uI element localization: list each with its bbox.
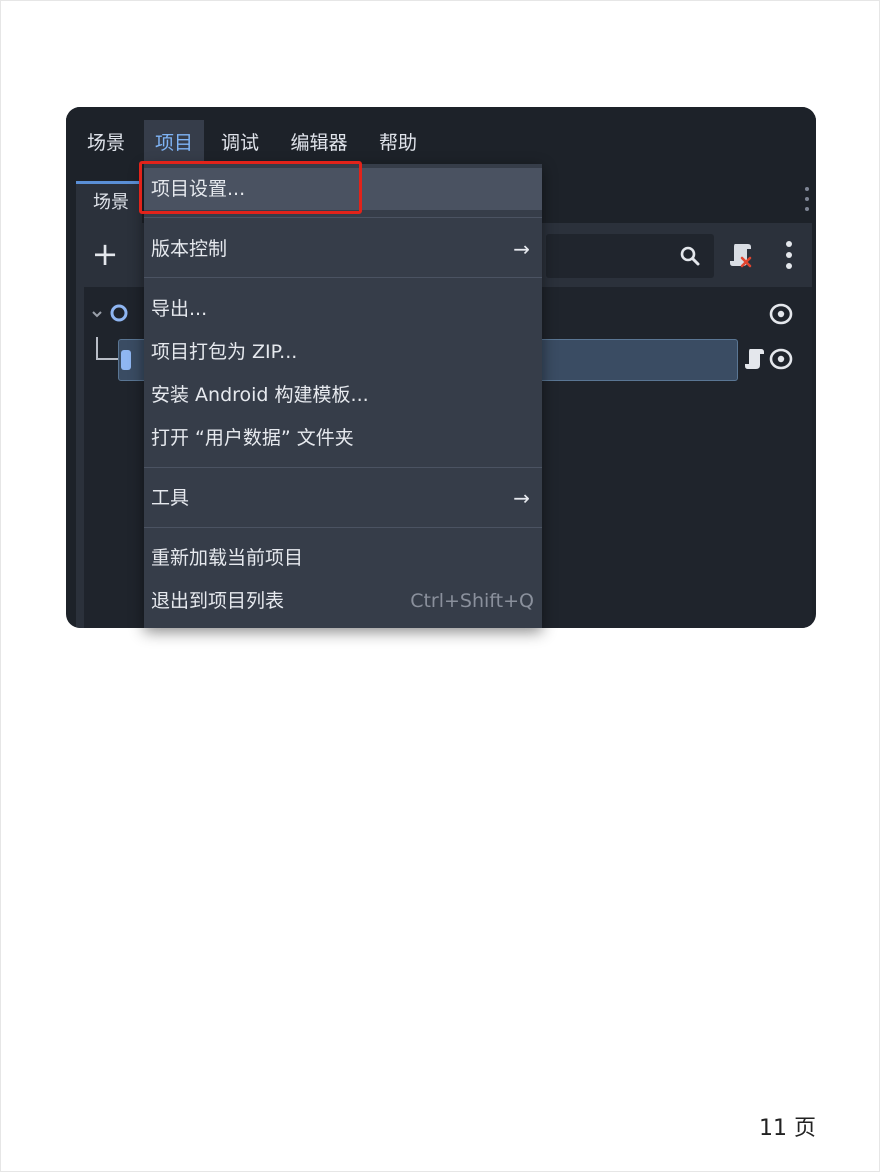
circle-node-icon	[110, 304, 128, 322]
chevron-down-icon[interactable]	[90, 307, 104, 321]
menu-item-pack-zip[interactable]: 项目打包为 ZIP...	[144, 331, 542, 373]
visibility-eye-icon[interactable]	[768, 346, 794, 372]
menu-item-export[interactable]: 导出...	[144, 288, 542, 330]
menu-item-label: 打开 “用户数据” 文件夹	[151, 427, 354, 449]
visibility-eye-icon[interactable]	[768, 301, 794, 327]
menu-editor[interactable]: 编辑器	[284, 120, 354, 166]
menu-item-label: 重新加载当前项目	[151, 547, 304, 569]
node-type-icon	[121, 350, 131, 370]
menu-separator	[144, 217, 542, 218]
add-node-button[interactable]: +	[90, 235, 120, 275]
menu-item-label: 安装 Android 构建模板...	[151, 384, 369, 406]
menu-separator	[144, 277, 542, 278]
tree-connector-icon	[96, 337, 120, 360]
menu-item-open-user-data[interactable]: 打开 “用户数据” 文件夹	[144, 417, 542, 459]
menu-help[interactable]: 帮助	[372, 120, 424, 166]
filter-nodes-input[interactable]	[546, 234, 714, 278]
menu-item-label: 退出到项目列表	[151, 590, 285, 612]
menu-item-quit-to-project-list[interactable]: 退出到项目列表 Ctrl+Shift+Q	[144, 580, 542, 622]
project-menu-dropdown: 项目设置... 版本控制 → 导出... 项目打包为 ZIP... 安装 And…	[144, 164, 542, 628]
script-icon[interactable]	[744, 346, 766, 372]
menu-item-version-control[interactable]: 版本控制 →	[144, 228, 542, 270]
menu-item-install-android-template[interactable]: 安装 Android 构建模板...	[144, 374, 542, 416]
more-options-icon[interactable]	[778, 237, 800, 273]
menu-project[interactable]: 项目	[144, 120, 204, 166]
menu-item-label: 项目打包为 ZIP...	[151, 341, 298, 363]
annotation-highlight-box	[139, 161, 362, 214]
dock-options-icon[interactable]	[804, 187, 810, 215]
menu-item-reload-project[interactable]: 重新加载当前项目	[144, 537, 542, 579]
menu-separator	[144, 467, 542, 468]
menu-item-label: 工具	[151, 487, 190, 509]
menu-item-tools[interactable]: 工具 →	[144, 477, 542, 519]
menu-item-label: 导出...	[151, 298, 208, 320]
submenu-arrow-icon: →	[513, 237, 530, 261]
menu-item-shortcut: Ctrl+Shift+Q	[410, 590, 534, 612]
menu-scene[interactable]: 场景	[80, 120, 132, 166]
menu-debug[interactable]: 调试	[214, 120, 266, 166]
submenu-arrow-icon: →	[513, 486, 530, 510]
search-icon	[680, 246, 700, 266]
menu-separator	[144, 527, 542, 528]
menu-item-label: 版本控制	[151, 238, 228, 260]
detach-script-icon[interactable]	[728, 240, 754, 270]
tab-scene[interactable]: 场景	[76, 181, 142, 223]
page-number: 11 页	[759, 1116, 816, 1141]
